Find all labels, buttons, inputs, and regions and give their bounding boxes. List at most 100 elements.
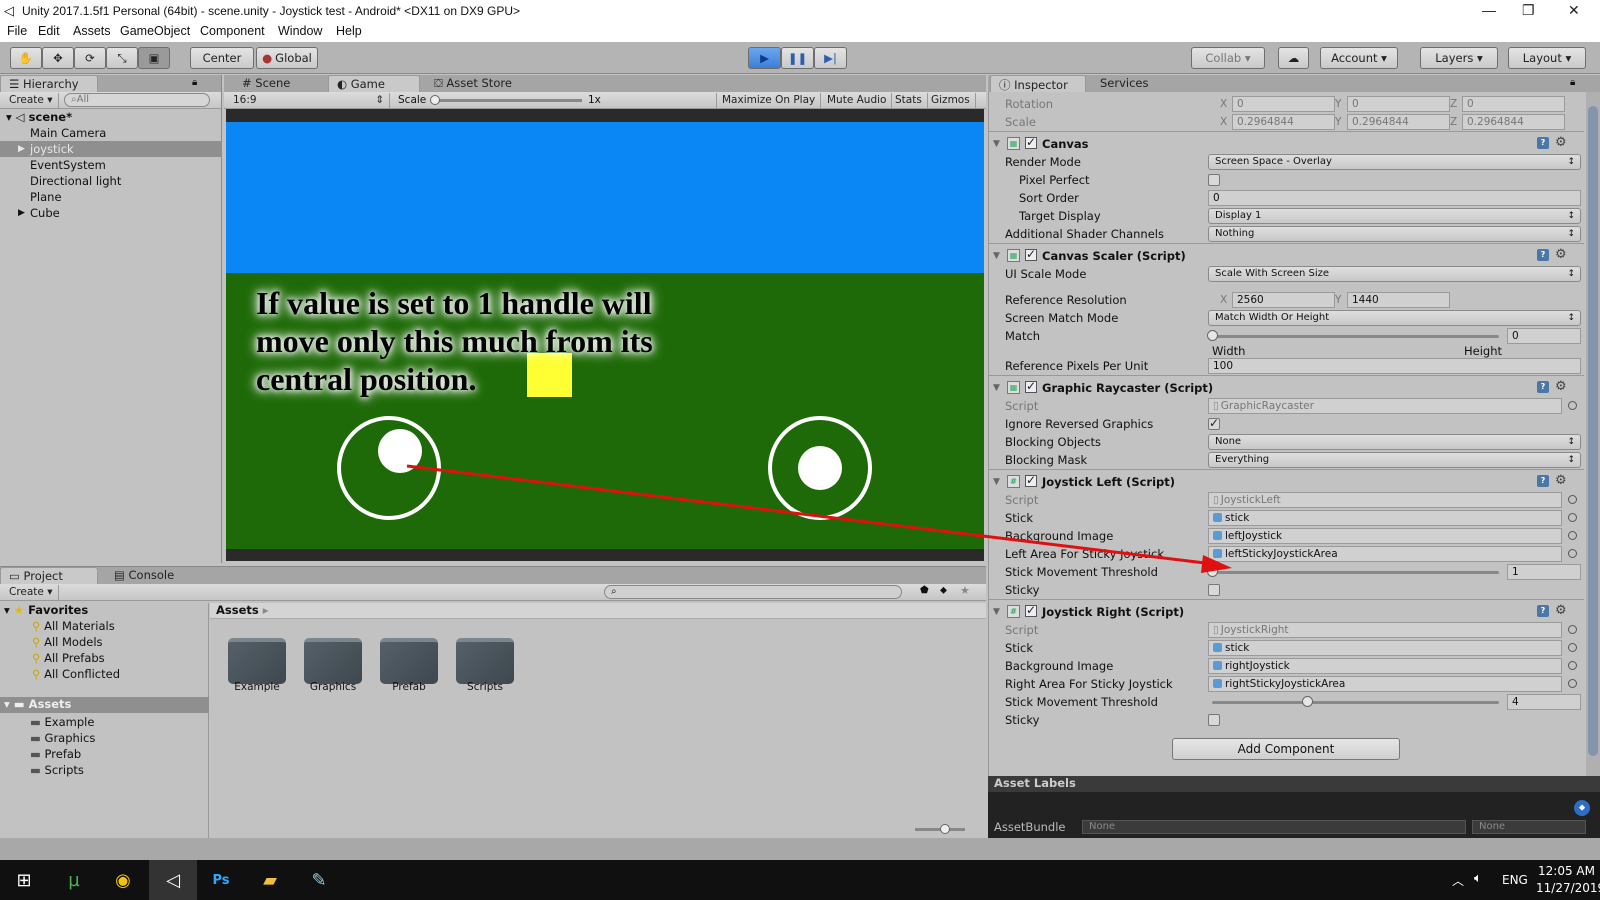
close-button[interactable]: ✕ (1568, 2, 1580, 19)
scale-slider-knob[interactable] (430, 95, 440, 105)
component-header[interactable]: ▼ # ✓ Joystick Left (Script)? ⚙ (989, 469, 1584, 491)
object-field[interactable]: leftJoystick (1208, 528, 1562, 544)
aspect-dropdown[interactable]: 16:9 ⇕ (228, 93, 390, 108)
hand-tool-icon[interactable]: ✋ (10, 47, 42, 69)
filter-by-type-icon[interactable]: ⬟ (920, 585, 929, 596)
unity-taskbar-icon[interactable]: ◁ (149, 860, 197, 900)
text-field[interactable]: 100 (1208, 358, 1581, 374)
gear-icon[interactable]: ⚙ (1555, 472, 1567, 490)
component-header[interactable]: ▼ # ✓ Joystick Right (Script)? ⚙ (989, 599, 1584, 621)
object-picker-icon[interactable] (1568, 661, 1577, 670)
gizmos-button[interactable]: Gizmos (926, 93, 976, 108)
tab-scene[interactable]: # Scene (234, 75, 324, 92)
component-header[interactable]: ▼ ▦ ✓ Canvas? ⚙ (989, 131, 1584, 153)
maximize-on-play-button[interactable]: Maximize On Play (716, 93, 822, 108)
inspector-scrollbar[interactable] (1586, 92, 1600, 782)
menu-edit[interactable]: Edit (38, 24, 60, 38)
object-picker-icon[interactable] (1568, 495, 1577, 504)
object-picker-icon[interactable] (1568, 643, 1577, 652)
maximize-button[interactable]: ❐ (1522, 2, 1535, 19)
object-field[interactable]: stick (1208, 510, 1562, 526)
hierarchy-item[interactable]: Plane (0, 189, 222, 205)
z-field[interactable]: 0 (1462, 96, 1565, 112)
folder-label[interactable]: Scripts (445, 681, 525, 693)
foldout-arrow-icon[interactable]: ▼ (993, 135, 1000, 153)
slider-knob[interactable] (1207, 330, 1218, 341)
slider-value-field[interactable]: 0 (1507, 328, 1581, 344)
layout-dropdown[interactable]: Layout ▾ (1508, 47, 1586, 69)
expand-arrow-icon[interactable]: ▶ (18, 205, 25, 221)
menu-gameobject[interactable]: GameObject (120, 24, 190, 38)
object-picker-icon[interactable] (1568, 625, 1577, 634)
volume-icon[interactable]: 🔈︎ (1474, 871, 1482, 886)
assetbundle-variant-dropdown[interactable]: None (1472, 820, 1586, 834)
menu-file[interactable]: File (7, 24, 27, 38)
x-field[interactable]: 0.2964844 (1232, 114, 1335, 130)
component-header[interactable]: ▼ ▦ ✓ Graphic Raycaster (Script)? ⚙ (989, 375, 1584, 397)
hierarchy-item[interactable]: EventSystem (0, 157, 222, 173)
folder-label[interactable]: Prefab (369, 681, 449, 693)
checkbox[interactable] (1208, 714, 1220, 726)
object-picker-icon[interactable] (1568, 679, 1577, 688)
object-field[interactable]: leftStickyJoystickArea (1208, 546, 1562, 562)
hierarchy-create-button[interactable]: Create ▾ (4, 93, 59, 108)
left-joystick-handle[interactable] (378, 429, 422, 473)
windows-start-icon[interactable]: ⊞ (0, 860, 48, 900)
slider-track[interactable] (1212, 335, 1499, 338)
add-component-button[interactable]: Add Component (1172, 738, 1400, 760)
scale-slider[interactable] (434, 99, 582, 102)
component-enabled-checkbox[interactable]: ✓ (1025, 380, 1037, 393)
minimize-button[interactable]: — (1482, 2, 1496, 18)
tree-folder-item[interactable]: ▬ Scripts (30, 763, 84, 777)
foldout-arrow-icon[interactable]: ▼ (993, 379, 1000, 397)
scene-root[interactable]: ▾ ◁ scene* (0, 109, 222, 125)
object-field[interactable]: ▯ GraphicRaycaster (1208, 398, 1562, 414)
menu-component[interactable]: Component (200, 24, 265, 38)
folder-icon[interactable] (456, 638, 514, 684)
object-picker-icon[interactable] (1568, 401, 1577, 410)
checkbox[interactable] (1208, 584, 1220, 596)
component-header[interactable]: ▼ ▦ ✓ Canvas Scaler (Script)? ⚙ (989, 243, 1584, 265)
favorites-header[interactable]: ▾ ★ Favorites (4, 603, 88, 617)
dropdown[interactable]: Display 1 (1208, 208, 1581, 224)
y-field[interactable]: 0 (1347, 96, 1450, 112)
favorite-item[interactable]: ⚲ All Prefabs (32, 651, 105, 665)
component-enabled-checkbox[interactable]: ✓ (1025, 474, 1037, 487)
utorrent-icon[interactable]: µ (50, 860, 98, 900)
clock-date[interactable]: 11/27/2019 (1536, 881, 1600, 895)
project-search-input[interactable]: ⌕ (604, 585, 902, 599)
rotate-tool-icon[interactable]: ⟳ (74, 47, 106, 69)
mute-audio-button[interactable]: Mute Audio (822, 93, 893, 108)
dropdown[interactable]: Match Width Or Height (1208, 310, 1581, 326)
clock-time[interactable]: 12:05 AM (1538, 864, 1595, 878)
assetbundle-dropdown[interactable]: None (1082, 820, 1466, 834)
rect-tool-icon[interactable]: ▣ (138, 47, 170, 69)
game-viewport[interactable]: If value is set to 1 handle will move on… (226, 109, 984, 561)
scrollbar-thumb[interactable] (1588, 106, 1598, 756)
pause-button[interactable]: ❚❚ (781, 47, 814, 69)
folder-icon[interactable] (380, 638, 438, 684)
menu-assets[interactable]: Assets (73, 24, 111, 38)
object-picker-icon[interactable] (1568, 549, 1577, 558)
component-enabled-checkbox[interactable]: ✓ (1025, 604, 1037, 617)
favorite-item[interactable]: ⚲ All Materials (32, 619, 115, 633)
tab-asset-store[interactable]: ⛋ Asset Store (426, 75, 530, 92)
tab-game[interactable]: ◐ Game (328, 75, 420, 92)
help-book-icon[interactable]: ? (1537, 605, 1549, 617)
photoshop-icon[interactable]: Ps (197, 860, 245, 900)
move-tool-icon[interactable]: ✥ (42, 47, 74, 69)
menu-help[interactable]: Help (336, 24, 362, 38)
hierarchy-search-input[interactable]: ⌕All (64, 93, 210, 107)
foldout-arrow-icon[interactable]: ▼ (993, 603, 1000, 621)
folder-icon[interactable] (304, 638, 362, 684)
pivot-center-button[interactable]: Center (190, 47, 254, 69)
hierarchy-item[interactable]: ▶ joystick (0, 141, 222, 157)
scale-tool-icon[interactable]: ⤡ (106, 47, 138, 69)
slider-knob[interactable] (1207, 566, 1218, 577)
y-field[interactable]: 0.2964844 (1347, 114, 1450, 130)
slider-value-field[interactable]: 1 (1507, 564, 1581, 580)
favorite-star-icon[interactable]: ★ (960, 584, 970, 597)
tag-icon[interactable]: ⬥ (1574, 800, 1590, 816)
step-button[interactable]: ▶| (814, 47, 847, 69)
x-field[interactable]: 0 (1232, 96, 1335, 112)
